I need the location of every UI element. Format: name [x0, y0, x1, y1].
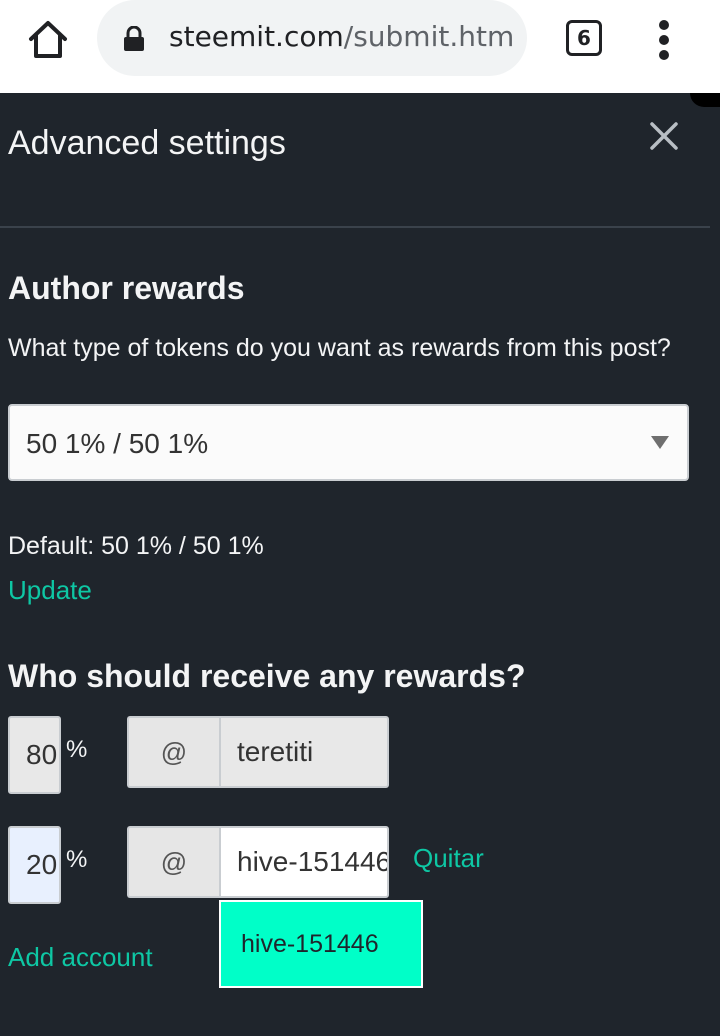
at-prefix: @	[127, 716, 219, 788]
beneficiary-percent-input[interactable]: 80	[8, 716, 61, 794]
url-text: steemit.com/submit.htm	[169, 20, 515, 53]
url-host: steemit.com	[169, 20, 344, 53]
beneficiary-account-input[interactable]: hive-151446	[219, 826, 389, 898]
beneficiary-percent-input[interactable]: 20	[8, 826, 61, 904]
home-icon[interactable]	[26, 18, 70, 62]
add-account-link[interactable]: Add account	[8, 942, 153, 973]
account-suggestion-item[interactable]: hive-151446	[219, 900, 423, 988]
percent-sign: %	[66, 736, 88, 763]
reward-type-select[interactable]: 50 1% / 50 1%	[8, 404, 689, 481]
panel-title: Advanced settings	[8, 124, 286, 162]
default-reward-text: Default: 50 1% / 50 1%	[8, 532, 264, 560]
address-bar[interactable]: steemit.com/submit.htm	[97, 0, 527, 76]
tab-switcher-button[interactable]: 6	[566, 20, 602, 56]
more-options-icon[interactable]	[650, 18, 678, 62]
author-rewards-heading: Author rewards	[8, 270, 245, 306]
percent-sign: %	[66, 846, 88, 873]
at-prefix: @	[127, 826, 219, 898]
browser-toolbar: steemit.com/submit.htm 6	[0, 0, 720, 93]
update-link[interactable]: Update	[8, 575, 92, 606]
close-icon[interactable]	[648, 120, 680, 152]
beneficiaries-heading: Who should receive any rewards?	[8, 658, 526, 694]
url-path: /submit.htm	[343, 20, 515, 53]
author-rewards-question: What type of tokens do you want as rewar…	[8, 334, 671, 362]
panel-divider	[0, 226, 710, 228]
scroll-shade	[690, 93, 720, 107]
dropdown-arrow-icon	[651, 436, 669, 449]
reward-type-value: 50 1% / 50 1%	[26, 428, 209, 459]
remove-beneficiary-link[interactable]: Quitar	[413, 843, 484, 874]
lock-icon	[123, 25, 145, 52]
beneficiary-account-input[interactable]: teretiti	[219, 716, 389, 788]
